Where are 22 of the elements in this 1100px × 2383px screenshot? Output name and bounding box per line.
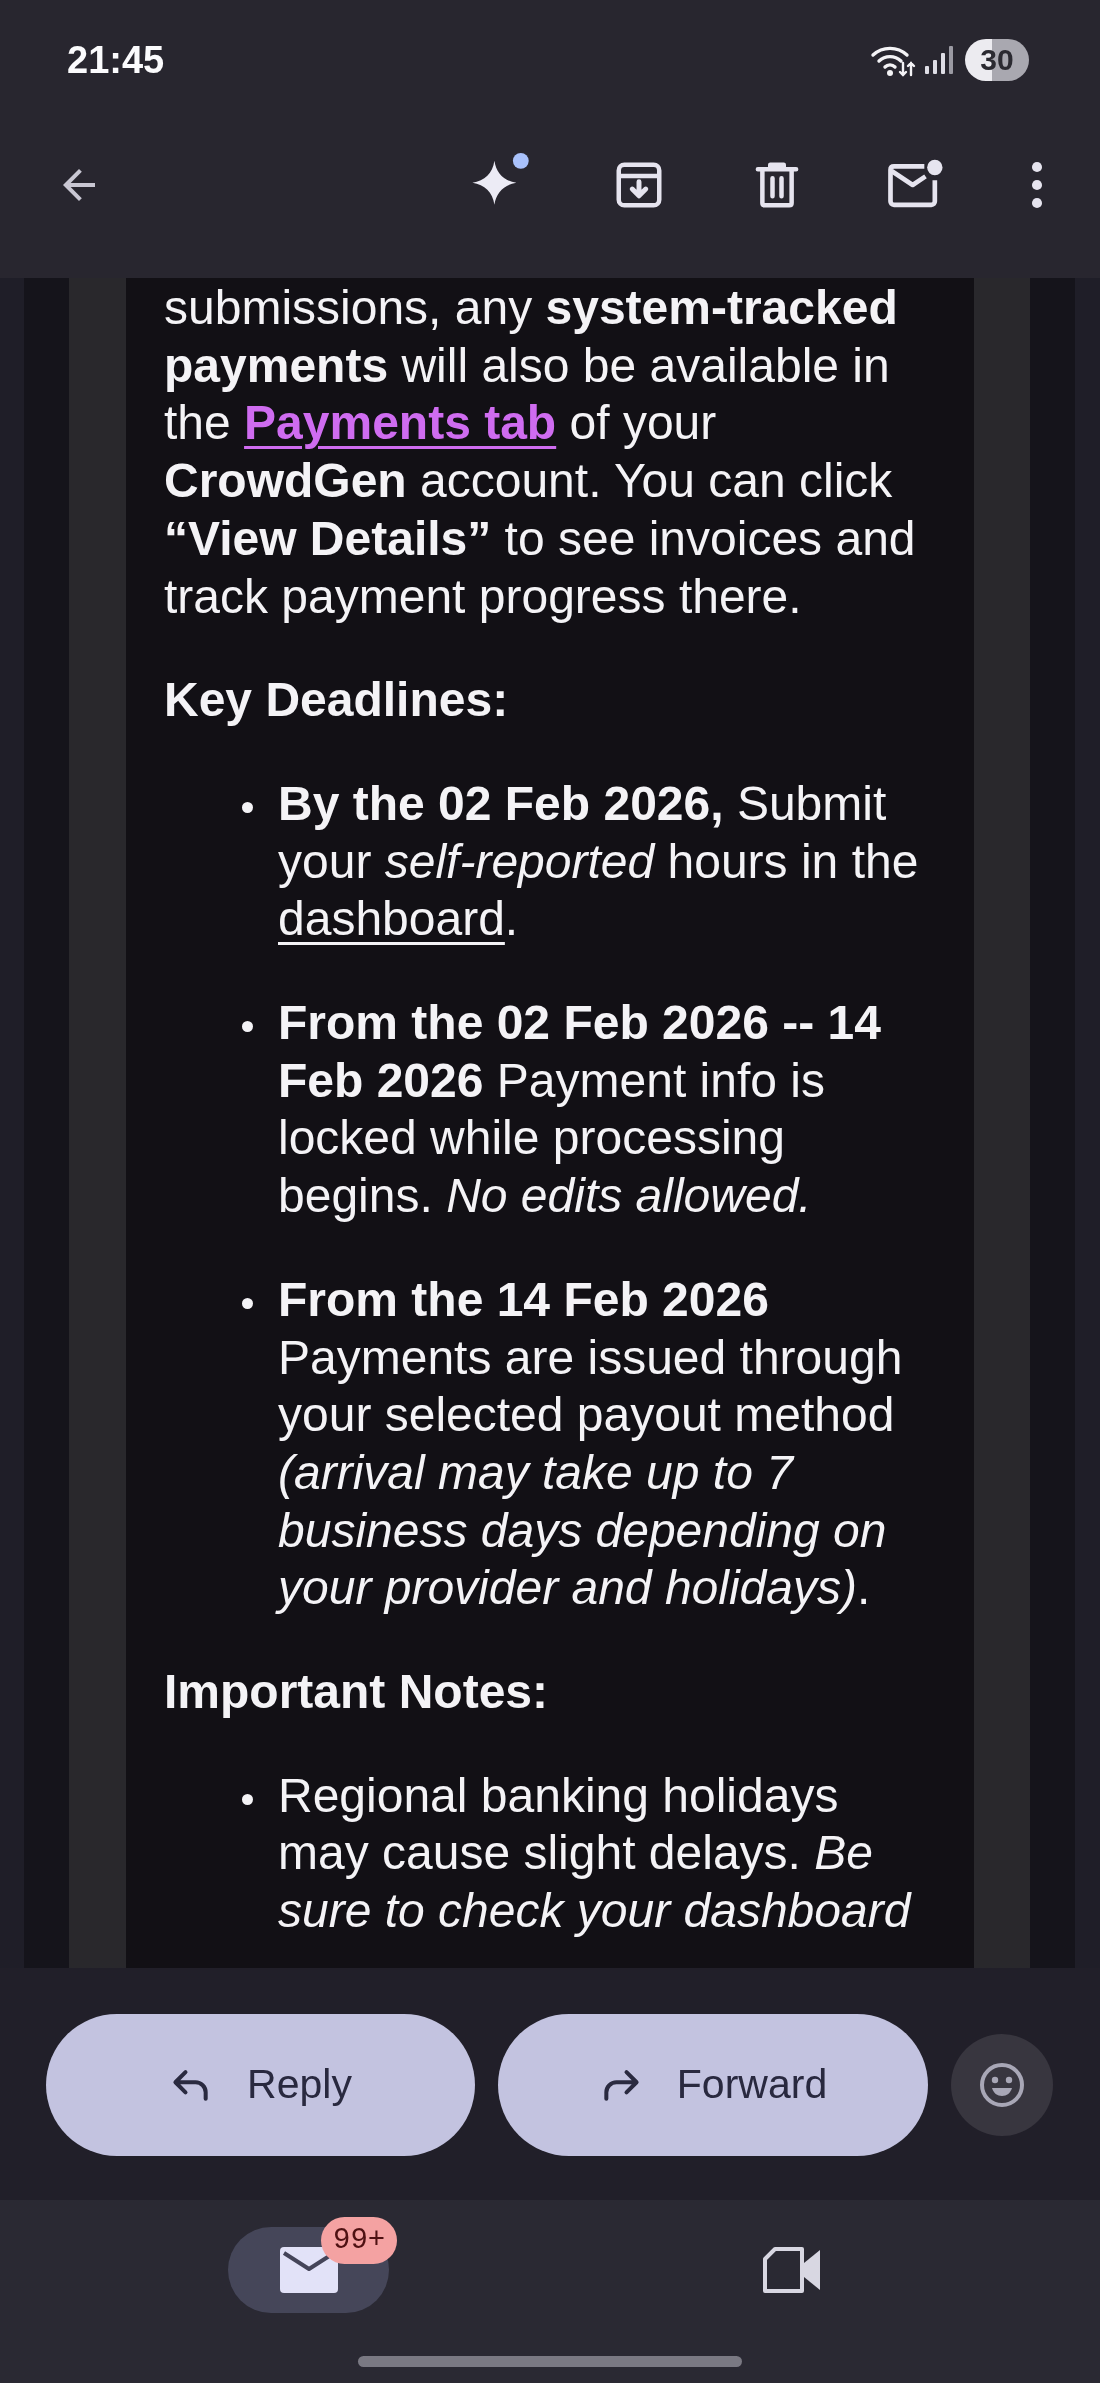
text-link[interactable]: dashboard <box>278 892 505 946</box>
more-vertical-icon <box>1031 161 1043 209</box>
battery-indicator: 30 <box>965 39 1029 81</box>
bullet-icon <box>242 1793 253 1805</box>
email-paragraph: submissions, any system-tracked payments will also be available in the Payments tab of your CrowdGen account. You can click “View Details” to see invoices and track payment progress there. <box>164 280 917 625</box>
section-heading: Important Notes: <box>164 1664 549 1721</box>
list-item-text: Regional banking holidays may cause slight delays. Be sure to check your dashboard <box>278 1767 913 1940</box>
unread-count-badge: 99+ <box>321 2217 398 2264</box>
text-link[interactable]: Payments tab <box>244 396 557 450</box>
forward-button[interactable]: Forward <box>498 2014 928 2156</box>
signal-icon <box>925 46 953 74</box>
status-time: 21:45 <box>67 41 165 79</box>
video-camera-icon <box>762 2246 821 2294</box>
bullet-icon <box>242 801 253 813</box>
envelope-icon <box>279 2247 338 2293</box>
smiley-icon <box>978 2061 1026 2109</box>
bullet-icon <box>242 1297 253 1309</box>
list-item-text: From the 02 Feb 2026 -- 14 Feb 2026 Payment info is locked while processing begins. No edits allowed. <box>278 995 882 1225</box>
bullet-icon <box>242 1021 253 1033</box>
section-heading: Key Deadlines: <box>164 672 510 729</box>
list-item-text: By the 02 Feb 2026, Submit your self-reported hours in the dashboard. <box>278 775 920 948</box>
reply-button[interactable]: Reply <box>46 2014 475 2156</box>
